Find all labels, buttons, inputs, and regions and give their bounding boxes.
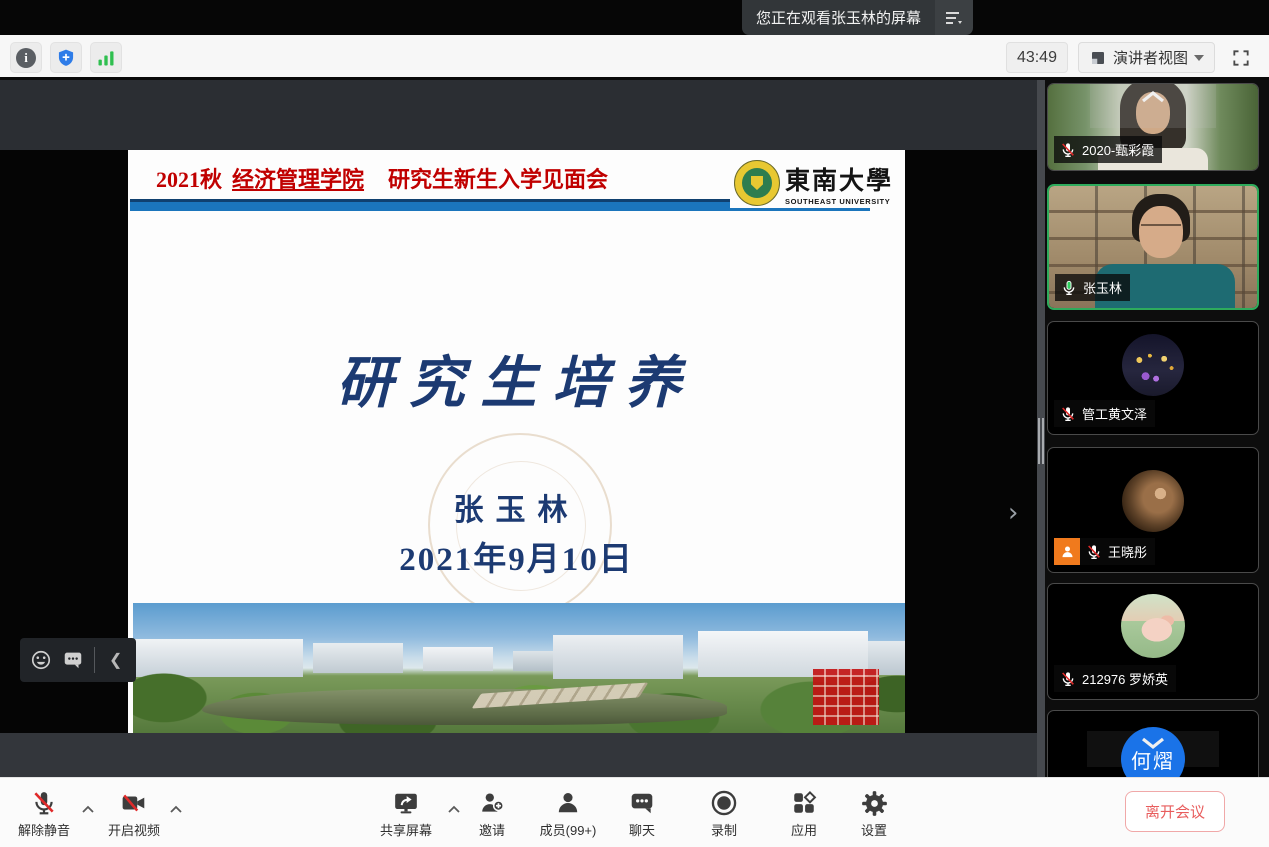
mic-muted-icon [1060,406,1076,422]
view-selector-button[interactable]: 演讲者视图 [1078,42,1215,73]
invite-button[interactable]: 邀请 [460,787,524,839]
fullscreen-icon [1231,48,1251,68]
host-badge-icon [1054,538,1080,565]
photo-red-seal [813,669,879,725]
info-icon: i [16,48,36,68]
apps-grid-icon [791,790,817,816]
settings-gear-icon [861,790,888,817]
collapse-left-icon[interactable]: ❮ [105,650,126,670]
presentation-slide: 2021秋经济管理学院研究生新生入学见面会 東南大學 SOUTHEAST UNI… [128,150,905,733]
share-screen-icon [392,790,420,816]
mic-muted-icon [31,790,57,816]
layout-view-icon [1089,49,1107,67]
shield-plus-icon [56,48,76,68]
mic-active-icon [1061,280,1077,296]
meeting-window: 您正在观看张玉林的屏幕 i [0,0,1269,847]
participant-name-label: 管工黄文泽 [1054,400,1155,427]
mic-options-chevron[interactable] [82,800,94,818]
leave-meeting-button[interactable]: 离开会议 [1125,791,1225,832]
pill-divider [94,647,95,673]
members-icon [555,790,581,816]
chevron-down-icon[interactable] [1140,737,1166,755]
chat-bubble-icon[interactable] [62,649,84,671]
participant-name-label: 张玉林 [1055,274,1130,301]
record-button[interactable]: 录制 [686,787,762,839]
slide-header-title: 2021秋经济管理学院研究生新生入学见面会 [156,162,608,194]
sidebar-resize-strip[interactable] [1037,80,1045,777]
watching-banner: 您正在观看张玉林的屏幕 [742,0,973,35]
control-bar: 解除静音 开启视频 [0,777,1269,847]
expand-right-icon[interactable]: › [1008,498,1018,528]
camera-off-icon [120,790,148,816]
record-icon [710,789,738,817]
mic-muted-icon [1086,544,1102,560]
scroll-up-overlay[interactable] [1090,84,1216,128]
network-signal-button[interactable] [90,42,122,73]
shared-screen-area: 2021秋经济管理学院研究生新生入学见面会 東南大學 SOUTHEAST UNI… [0,80,1037,777]
signal-bars-icon [96,48,116,68]
chat-icon [629,790,655,816]
university-emblem-icon [734,160,780,206]
invite-person-icon [479,790,506,816]
share-options-chevron[interactable] [448,800,460,818]
view-selector-label: 演讲者视图 [1113,47,1188,68]
app-toolbar: i 43:49 [0,35,1269,80]
watching-banner-text: 您正在观看张玉林的屏幕 [742,0,935,35]
participant-tile[interactable]: 管工黄文泽 [1047,321,1259,435]
share-screen-button[interactable]: 共享屏幕 [366,787,446,839]
slide-date: 2021年9月10日 [128,532,905,580]
meeting-info-button[interactable]: i [10,42,42,73]
chat-button[interactable]: 聊天 [610,787,674,839]
list-lines-icon [945,10,963,26]
chevron-up-icon [1140,90,1166,103]
mic-muted-icon [1060,142,1076,158]
apps-button[interactable]: 应用 [766,787,842,839]
emoji-smiley-icon[interactable] [30,649,52,671]
participants-sidebar: 2020-甄彩霞 张玉 [1037,80,1269,777]
avatar [1122,470,1184,532]
participant-name-label: 212976 罗娇英 [1054,665,1176,692]
participant-name-label: 王晓彤 [1054,538,1155,565]
university-name-en: SOUTHEAST UNIVERSITY [785,197,893,206]
reaction-pill: ❮ [20,638,136,682]
meeting-timer: 43:49 [1006,42,1068,73]
participant-tile[interactable]: 何熠 [1047,710,1259,777]
photo-lake [202,689,727,725]
participant-tile[interactable]: 212976 罗娇英 [1047,583,1259,700]
banner-menu-button[interactable] [935,0,973,35]
mic-muted-icon [1060,671,1076,687]
slide-presenter: 张玉林 [128,485,905,529]
participant-tile-active-speaker[interactable]: 张玉林 [1047,184,1259,310]
share-letterbox-top [0,80,1037,150]
top-banner: 您正在观看张玉林的屏幕 [0,0,1269,35]
campus-photo [133,603,905,733]
settings-button[interactable]: 设置 [838,787,910,839]
avatar [1121,594,1185,658]
members-button[interactable]: 成员(99+) [528,787,608,839]
security-button[interactable] [50,42,82,73]
participant-tile[interactable]: 王晓彤 [1047,447,1259,573]
video-options-chevron[interactable] [170,800,182,818]
university-logo: 東南大學 SOUTHEAST UNIVERSITY [730,158,897,208]
share-letterbox-bottom [0,733,1037,777]
slide-main-title: 研究生培养 [128,338,905,419]
university-name-cn: 東南大學 [785,161,893,197]
unmute-button[interactable]: 解除静音 [8,787,80,839]
main-area: 2021秋经济管理学院研究生新生入学见面会 東南大學 SOUTHEAST UNI… [0,80,1269,777]
fullscreen-button[interactable] [1225,42,1257,73]
participant-tile[interactable]: 2020-甄彩霞 [1047,83,1259,171]
participant-name-label: 2020-甄彩霞 [1054,136,1162,163]
avatar [1122,334,1184,396]
start-video-button[interactable]: 开启视频 [98,787,170,839]
drag-handle-icon[interactable] [1038,418,1044,464]
chevron-down-icon [1194,55,1204,61]
